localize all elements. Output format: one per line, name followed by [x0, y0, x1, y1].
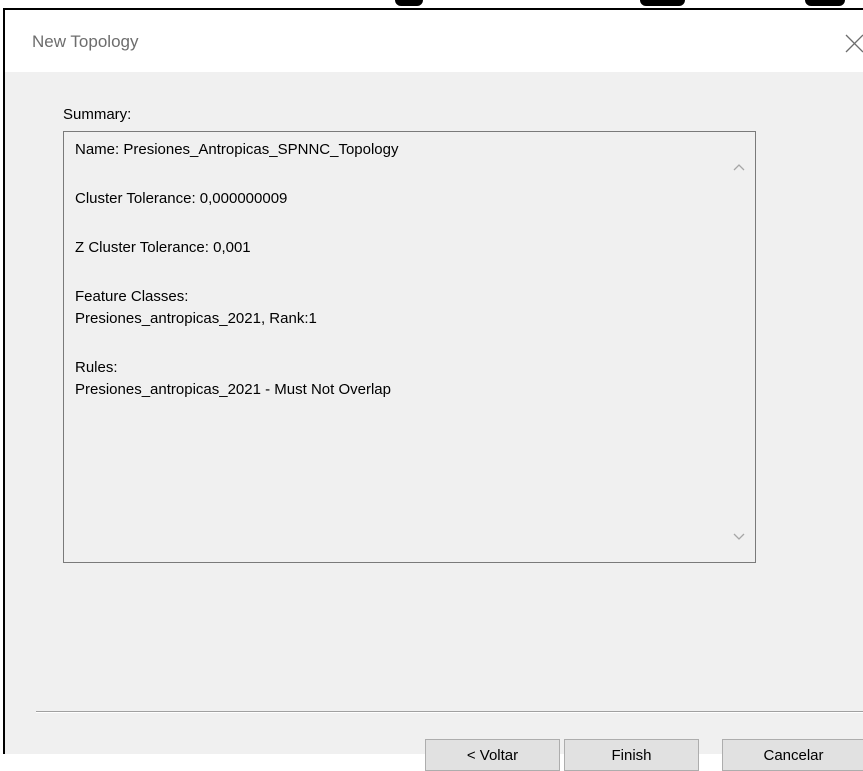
new-topology-dialog: New Topology Summary: Name: Presiones_An…	[3, 8, 863, 771]
summary-label: Summary:	[63, 106, 132, 123]
summary-content: Name: Presiones_Antropicas_SPNNC_Topolog…	[75, 139, 715, 401]
back-button[interactable]: < Voltar	[425, 739, 560, 771]
cancel-button[interactable]: Cancelar	[722, 739, 863, 771]
footer-separator	[36, 711, 863, 713]
rules-value: Presiones_antropicas_2021 - Must Not Ove…	[75, 381, 391, 398]
rules-heading: Rules:	[75, 359, 118, 376]
background-window-edge	[0, 0, 863, 8]
title-bar: New Topology	[5, 10, 863, 72]
feature-classes-value: Presiones_antropicas_2021, Rank:1	[75, 310, 317, 327]
dialog-title: New Topology	[32, 32, 139, 51]
cluster-tolerance-text: Cluster Tolerance: 0,000000009	[75, 190, 288, 207]
z-cluster-tolerance-text: Z Cluster Tolerance: 0,001	[75, 239, 251, 256]
chevron-up-icon[interactable]	[733, 158, 745, 171]
finish-button[interactable]: Finish	[564, 739, 699, 771]
topology-name-text: Name: Presiones_Antropicas_SPNNC_Topolog…	[75, 141, 399, 158]
chevron-down-icon[interactable]	[733, 528, 745, 540]
close-icon[interactable]	[839, 26, 863, 56]
summary-textbox[interactable]: Name: Presiones_Antropicas_SPNNC_Topolog…	[63, 131, 756, 563]
feature-classes-heading: Feature Classes:	[75, 288, 189, 305]
